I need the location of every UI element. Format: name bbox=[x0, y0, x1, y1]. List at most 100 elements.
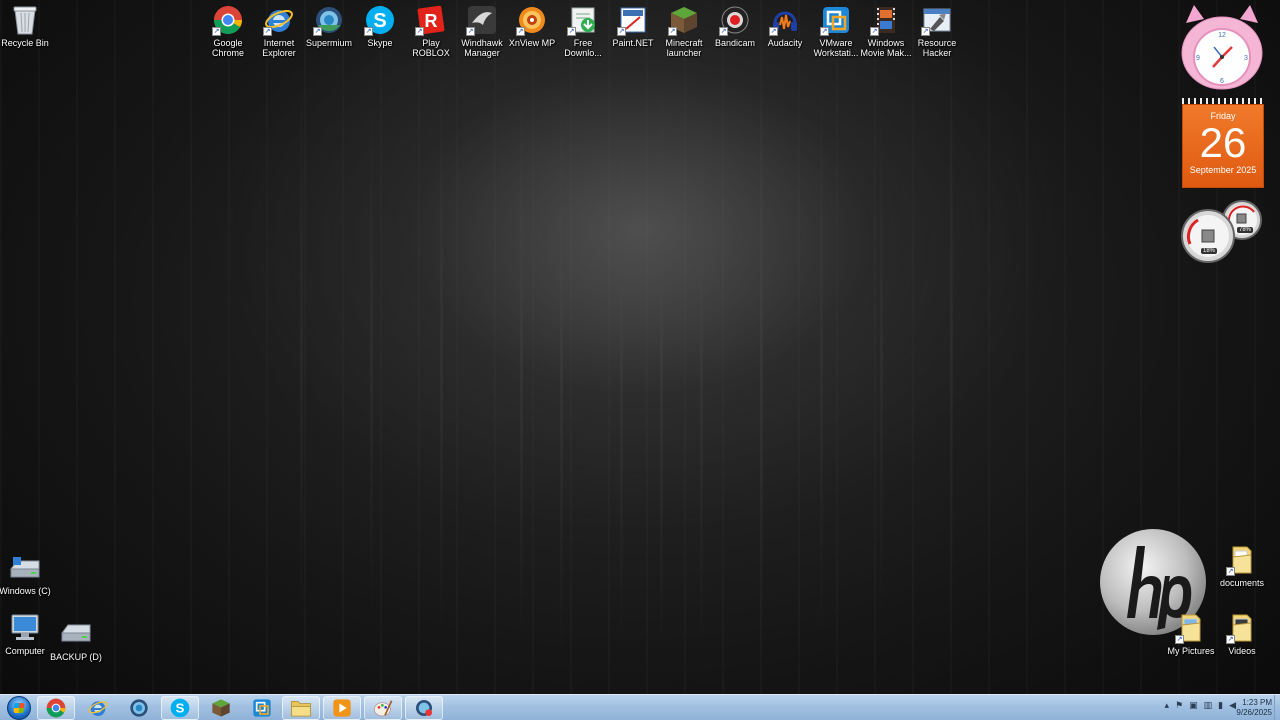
desktop-icon-free-download[interactable]: ↗ Free Downlo... bbox=[555, 4, 611, 58]
desktop-icon-play-roblox[interactable]: R ↗ Play ROBLOX bbox=[403, 4, 459, 58]
explorer-icon bbox=[291, 701, 311, 717]
computer-icon bbox=[9, 612, 41, 644]
desktop-icon-label: Windows Movie Mak... bbox=[860, 38, 912, 58]
shortcut-arrow-icon: ↗ bbox=[1175, 635, 1184, 644]
show-hidden-icons-icon[interactable]: ▴ bbox=[1164, 700, 1169, 711]
download-manager-icon: ↗ bbox=[567, 4, 599, 36]
desktop-icon-windows-movie-maker[interactable]: ↗ Windows Movie Mak... bbox=[858, 4, 914, 58]
device-icon[interactable]: ▣ bbox=[1189, 700, 1198, 711]
svg-text:R: R bbox=[425, 11, 438, 31]
desktop-icon-google-chrome[interactable]: ↗ Google Chrome bbox=[200, 4, 256, 58]
shortcut-arrow-icon: ↗ bbox=[466, 27, 475, 36]
shortcut-arrow-icon: ↗ bbox=[313, 27, 322, 36]
desktop-icon-label: Windhawk Manager bbox=[461, 38, 503, 58]
shortcut-arrow-icon: ↗ bbox=[212, 27, 221, 36]
svg-text:12: 12 bbox=[1218, 32, 1226, 39]
shortcut-arrow-icon: ↗ bbox=[516, 27, 525, 36]
calendar-day-number: 26 bbox=[1199, 119, 1247, 166]
chrome-icon bbox=[46, 698, 66, 718]
action-center-flag-icon[interactable]: ⚑ bbox=[1175, 700, 1183, 711]
minecraft-icon: ↗ bbox=[668, 4, 700, 36]
desktop-icon-bandicam[interactable]: ↗ Bandicam bbox=[707, 4, 763, 48]
taskbar-supermium-button[interactable] bbox=[120, 696, 158, 720]
pictures-folder-icon: ↗ bbox=[1175, 612, 1207, 644]
memory-usage-value: 78% bbox=[1237, 227, 1254, 233]
shortcut-arrow-icon: ↗ bbox=[415, 27, 424, 36]
desktop-icon-label: Free Downlo... bbox=[564, 38, 602, 58]
desktop-icon-label: documents bbox=[1219, 578, 1265, 588]
cpu-usage-value: 18% bbox=[1201, 248, 1218, 254]
desktop-icon-label: Videos bbox=[1228, 646, 1256, 656]
media-player-icon bbox=[333, 699, 351, 717]
svg-text:9: 9 bbox=[1196, 55, 1200, 62]
desktop-icon-skype[interactable]: S ↗ Skype bbox=[352, 4, 408, 48]
taskbar-ie-button[interactable] bbox=[79, 696, 117, 720]
taskbar-minecraft-button[interactable] bbox=[202, 696, 240, 720]
minecraft-icon bbox=[212, 699, 230, 717]
desktop-icon-backup-d[interactable]: BACKUP (D) bbox=[48, 618, 104, 662]
taskbar-media-player-button[interactable] bbox=[323, 696, 361, 720]
desktop-icon-audacity[interactable]: ↗ Audacity bbox=[757, 4, 813, 48]
shortcut-arrow-icon: ↗ bbox=[567, 27, 576, 36]
desktop-icon-documents[interactable]: ↗ documents bbox=[1214, 544, 1270, 588]
desktop-icon-supermium[interactable]: ↗ Supermium bbox=[301, 4, 357, 48]
bandicam-icon: ↗ bbox=[719, 4, 751, 36]
desktop-icon-videos[interactable]: ↗ Videos bbox=[1214, 612, 1270, 656]
clock-date: 9/26/2025 bbox=[1236, 708, 1272, 717]
desktop-icon-label: Paint.NET bbox=[612, 38, 654, 48]
shortcut-arrow-icon: ↗ bbox=[719, 27, 728, 36]
audacity-icon: ↗ bbox=[769, 4, 801, 36]
skype-icon: S bbox=[170, 698, 190, 718]
taskbar-paint-button[interactable] bbox=[364, 696, 402, 720]
taskbar-network-button[interactable] bbox=[405, 696, 443, 720]
desktop-icon-label: Minecraft launcher bbox=[665, 38, 703, 58]
desktop-icon-paint-net[interactable]: ↗ Paint.NET bbox=[605, 4, 661, 48]
desktop-icon-label: Computer bbox=[5, 646, 45, 656]
taskbar-chrome-button[interactable] bbox=[37, 696, 75, 720]
desktop-icon-minecraft-launcher[interactable]: ↗ Minecraft launcher bbox=[656, 4, 712, 58]
taskbar-explorer-button[interactable] bbox=[282, 696, 320, 720]
shortcut-arrow-icon: ↗ bbox=[1226, 567, 1235, 576]
cpu-meter-gadget[interactable]: 18% 78% bbox=[1180, 200, 1264, 264]
desktop-icon-windhawk-manager[interactable]: ↗ Windhawk Manager bbox=[454, 4, 510, 58]
show-desktop-button[interactable] bbox=[1274, 695, 1280, 720]
desktop-icon-label: BACKUP (D) bbox=[50, 652, 102, 662]
resource-hacker-icon: ↗ bbox=[921, 4, 953, 36]
desktop-icon-my-pictures[interactable]: ↗ My Pictures bbox=[1163, 612, 1219, 656]
desktop-icon-resource-hacker[interactable]: ↗ Resource Hacker bbox=[909, 4, 965, 58]
paint-net-icon: ↗ bbox=[617, 4, 649, 36]
desktop-icon-label: XnView MP bbox=[508, 38, 556, 48]
xnview-icon: ↗ bbox=[516, 4, 548, 36]
vmware-icon bbox=[253, 699, 271, 717]
supermium-icon bbox=[130, 699, 148, 717]
desktop-icon-label: Recycle Bin bbox=[1, 38, 49, 48]
desktop-icon-label: Bandicam bbox=[714, 38, 756, 48]
supermium-icon: ↗ bbox=[313, 4, 345, 36]
taskbar-vmware-button[interactable] bbox=[243, 696, 281, 720]
desktop-icon-windows-c[interactable]: Windows (C) bbox=[0, 552, 53, 596]
network-icon bbox=[416, 700, 432, 716]
desktop-icon-recycle-bin[interactable]: Recycle Bin bbox=[0, 4, 53, 48]
windows-orb-icon bbox=[7, 696, 31, 720]
shortcut-arrow-icon: ↗ bbox=[263, 27, 272, 36]
desktop-icon-internet-explorer[interactable]: ↗ Internet Explorer bbox=[251, 4, 307, 58]
shortcut-arrow-icon: ↗ bbox=[1226, 635, 1235, 644]
start-button[interactable] bbox=[2, 695, 36, 720]
network-status-icon[interactable]: ▥ bbox=[1204, 700, 1213, 711]
taskbar-clock[interactable]: 1:23 PM 9/26/2025 bbox=[1220, 698, 1272, 718]
taskbar-skype-button[interactable]: S bbox=[161, 696, 199, 720]
clock-gadget[interactable]: 12 6 9 3 bbox=[1180, 3, 1264, 91]
clock-time: 1:23 PM bbox=[1242, 698, 1272, 707]
paint-icon bbox=[374, 700, 393, 717]
skype-icon: S ↗ bbox=[364, 4, 396, 36]
desktop-icon-computer[interactable]: Computer bbox=[0, 612, 53, 656]
desktop-icon-xnview-mp[interactable]: ↗ XnView MP bbox=[504, 4, 560, 48]
desktop-icon-label: Supermium bbox=[305, 38, 352, 48]
desktop-icon-label: VMware Workstati... bbox=[813, 38, 859, 58]
svg-text:3: 3 bbox=[1244, 55, 1248, 62]
shortcut-arrow-icon: ↗ bbox=[617, 27, 626, 36]
desktop-icon-vmware-workstation[interactable]: ↗ VMware Workstati... bbox=[808, 4, 864, 58]
hard-drive-icon bbox=[9, 552, 41, 584]
desktop-icon-label: Internet Explorer bbox=[262, 38, 296, 58]
calendar-gadget[interactable]: Friday 26 September 2025 bbox=[1182, 98, 1264, 188]
